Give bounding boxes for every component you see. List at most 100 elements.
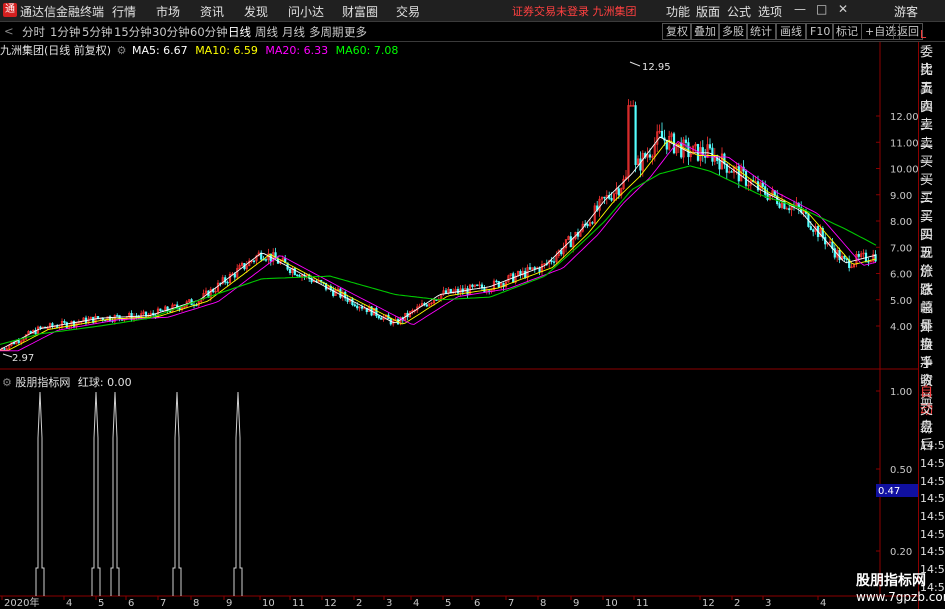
candle-body	[264, 259, 268, 261]
candle-body	[524, 270, 527, 278]
candles	[0, 99, 877, 351]
price-tick-label: 9.00	[890, 191, 912, 202]
time-tick-label: 9	[226, 598, 232, 609]
candle-body	[380, 317, 383, 320]
time-tick-label: 3	[765, 598, 771, 609]
candle-body	[233, 273, 236, 278]
sub-current-value: 0.47	[878, 486, 900, 497]
candle-body	[497, 281, 500, 288]
candle-body	[569, 236, 572, 248]
time-tick-label: 9	[573, 598, 579, 609]
candle-body	[591, 222, 594, 224]
candle-body	[660, 130, 664, 139]
candle-body	[718, 160, 721, 170]
time-tick-label: 2020年	[4, 596, 39, 609]
candle-body	[339, 288, 342, 298]
candle-body	[761, 182, 764, 187]
candle-body	[425, 304, 428, 307]
time-tick-label: 6	[474, 598, 480, 609]
watermark-url: www.7gpzb.com	[856, 590, 945, 604]
time-tick-label: 8	[540, 598, 546, 609]
panel-trade-label: 14:56	[920, 439, 945, 453]
candle-body	[495, 280, 498, 283]
candle-body	[353, 304, 356, 307]
candle-body	[3, 348, 6, 350]
candle-body	[730, 171, 733, 173]
candle-body	[356, 305, 359, 309]
candle-body	[56, 326, 59, 328]
candle-body	[288, 268, 292, 274]
panel-l-label: L	[920, 28, 927, 41]
time-tick-label: 11	[292, 598, 305, 609]
main-chart-canvas[interactable]: 12.95 2.97 1.00 0.50 0.20 0.47 12.00 11.00 10.…	[0, 0, 945, 609]
candle-body	[610, 198, 613, 201]
signal-spike	[91, 391, 101, 596]
sub-indicator-info: ⚙ 股朋指标网 红球: 0.00	[2, 374, 132, 390]
time-tick-label: 2	[734, 598, 740, 609]
time-tick-label: 2	[356, 598, 362, 609]
time-tick-label: 12	[324, 598, 337, 609]
signal-spike	[35, 391, 45, 596]
candle-body	[435, 299, 438, 301]
candle-body	[857, 253, 860, 257]
candle-body	[528, 267, 532, 270]
candle-body	[550, 260, 553, 262]
low-price-label: 2.97	[12, 353, 34, 364]
candle-body	[116, 315, 119, 317]
sub-tick-label: 0.20	[890, 547, 912, 558]
candle-body	[708, 144, 712, 149]
candle-body	[843, 255, 846, 260]
time-tick-label: 6	[128, 598, 134, 609]
time-tick-label: 7	[508, 598, 514, 609]
time-tick-label: 4	[413, 598, 419, 609]
time-axis: 2020年 4 5 6 7 8 9 10 11 12 2 3 4 5 6 7 8 9 10 11 12 2 3 4	[1, 596, 826, 609]
sub-indicator: 1.00 0.50 0.20 0.47	[35, 387, 918, 596]
candle-body	[252, 260, 256, 262]
time-tick-label: 4	[820, 598, 826, 609]
low-price-pointer	[2, 353, 13, 358]
candle-body	[471, 284, 474, 287]
candle-body	[296, 274, 299, 276]
candle-body	[867, 261, 870, 263]
time-tick-label: 5	[445, 598, 451, 609]
candle-body	[377, 315, 380, 319]
time-tick-label: 12	[702, 598, 715, 609]
candle-body	[63, 320, 66, 323]
candle-body	[809, 226, 812, 230]
watermark-name: 股朋指标网	[856, 573, 926, 589]
price-tick-label: 7.00	[890, 243, 912, 254]
sub-title: 股朋指标网	[15, 376, 71, 389]
price-tick-label: 4.00	[890, 322, 912, 333]
sub-settings-icon[interactable]: ⚙	[2, 376, 12, 389]
price-tick-label: 8.00	[890, 217, 912, 228]
signal-spike	[110, 391, 120, 596]
price-tick-label: 6.00	[890, 270, 912, 281]
candle-body	[560, 250, 563, 255]
price-axis: 12.00 11.00 10.00 9.00 8.00 7.00 6.00 5.00 4.00	[876, 112, 919, 333]
candle-body	[375, 307, 378, 317]
candle-body	[687, 142, 690, 158]
time-tick-label: 10	[605, 598, 618, 609]
candle-body	[812, 229, 815, 232]
price-tick-label: 12.00	[890, 112, 919, 123]
time-tick-label: 5	[98, 598, 104, 609]
candle-body	[360, 306, 364, 309]
candle-body	[476, 284, 479, 286]
candle-body	[226, 281, 229, 284]
sub-tick-label: 1.00	[890, 387, 912, 398]
candle-body	[838, 249, 841, 261]
ma20-line	[0, 140, 877, 352]
candle-body	[617, 188, 620, 196]
price-tick-label: 10.00	[890, 165, 919, 176]
time-tick-label: 4	[66, 598, 72, 609]
signal-spike	[172, 391, 182, 596]
signal-spike	[233, 391, 243, 596]
time-tick-label: 7	[160, 598, 166, 609]
candle-body	[684, 139, 688, 143]
time-tick-label: 10	[262, 598, 275, 609]
candle-body	[778, 203, 781, 208]
time-tick-label: 3	[386, 598, 392, 609]
panel-trade-label: 14:56	[920, 492, 945, 506]
high-price-label: 12.95	[642, 62, 671, 73]
candle-body	[552, 261, 556, 263]
